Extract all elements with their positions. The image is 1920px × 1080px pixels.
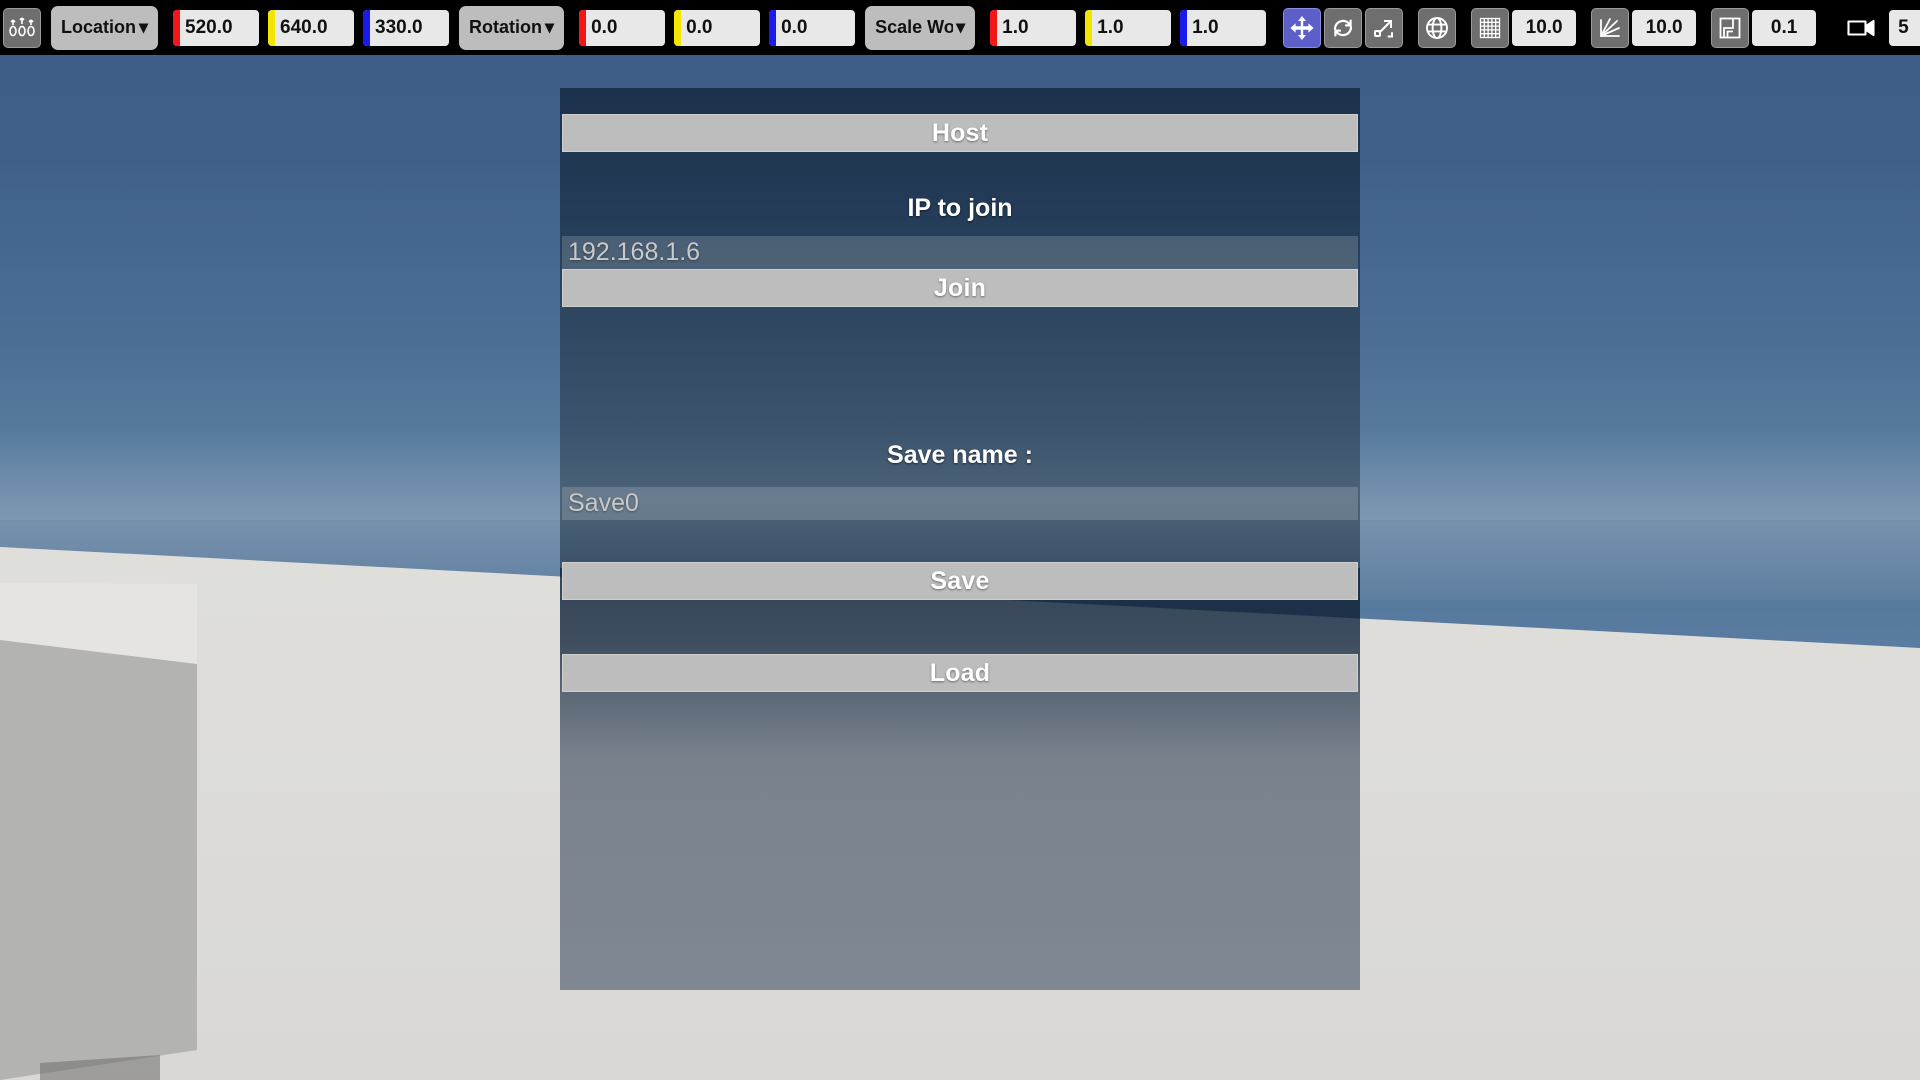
grid-snap-value[interactable]: 10.0: [1512, 9, 1577, 46]
chevron-down-icon: ▾: [545, 17, 555, 37]
rotation-z-field[interactable]: 0.0: [769, 9, 856, 46]
chevron-down-icon: ▾: [956, 17, 966, 37]
scale-gizmo-icon[interactable]: [1365, 7, 1404, 48]
angle-snap-icon[interactable]: [1591, 7, 1630, 48]
chevron-down-icon: ▾: [139, 17, 149, 37]
translate-gizmo-icon[interactable]: [1283, 7, 1322, 48]
rotation-mode-label: Rotation: [469, 17, 543, 37]
rotate-gizmo-icon[interactable]: [1324, 7, 1363, 48]
ip-to-join-label: IP to join: [907, 193, 1013, 222]
transform-mode-label: Location: [61, 17, 136, 37]
location-z-field[interactable]: 330.0: [363, 9, 450, 46]
save-name-label: Save name :: [887, 440, 1033, 469]
camera-speed-value[interactable]: 5 ⤢: [1889, 9, 1920, 46]
location-y-field[interactable]: 640.0: [268, 9, 355, 46]
save-name-input[interactable]: Save0: [562, 487, 1358, 520]
camera-speed-number: 5: [1898, 16, 1909, 38]
grid-snap-group: 10.0: [1468, 7, 1577, 48]
actor-select-icon[interactable]: [3, 7, 41, 48]
camera-icon[interactable]: [1843, 8, 1881, 48]
transform-mode-rotation-dropdown[interactable]: Rotation ▾: [459, 5, 565, 50]
ip-address-input[interactable]: 192.168.1.6: [562, 236, 1358, 269]
join-button[interactable]: Join: [562, 269, 1358, 307]
scale-z-field[interactable]: 1.0: [1180, 9, 1267, 46]
load-button[interactable]: Load: [562, 654, 1358, 692]
scale-snap-icon[interactable]: [1711, 7, 1750, 48]
scale-snap-value[interactable]: 0.1: [1752, 9, 1817, 46]
scale-mode-label: Scale Wor: [875, 17, 954, 37]
rotation-y-field[interactable]: 0.0: [674, 9, 761, 46]
location-x-field[interactable]: 520.0: [173, 9, 260, 46]
multiplayer-save-panel: Host IP to join 192.168.1.6 Join Save na…: [560, 88, 1360, 990]
angle-snap-group: 10.0: [1588, 7, 1697, 48]
world-space-icon[interactable]: [1418, 7, 1457, 48]
transform-mode-location-dropdown[interactable]: Location ▾: [51, 5, 159, 50]
transform-mode-scale-dropdown[interactable]: Scale Wor ▾: [865, 5, 976, 50]
host-button[interactable]: Host: [562, 114, 1358, 152]
camera-speed-group: 5 ⤢: [1840, 8, 1920, 48]
editor-toolbar: Location ▾ 520.0 640.0 330.0 Rotation ▾ …: [0, 0, 1920, 55]
scale-snap-group: 0.1: [1708, 7, 1817, 48]
scale-x-field[interactable]: 1.0: [990, 9, 1077, 46]
scale-y-field[interactable]: 1.0: [1085, 9, 1172, 46]
rotation-x-field[interactable]: 0.0: [579, 9, 666, 46]
save-button[interactable]: Save: [562, 562, 1358, 600]
grid-snap-icon[interactable]: [1471, 7, 1510, 48]
angle-snap-value[interactable]: 10.0: [1632, 9, 1697, 46]
panel-contents: Host IP to join 192.168.1.6 Join Save na…: [560, 88, 1360, 990]
